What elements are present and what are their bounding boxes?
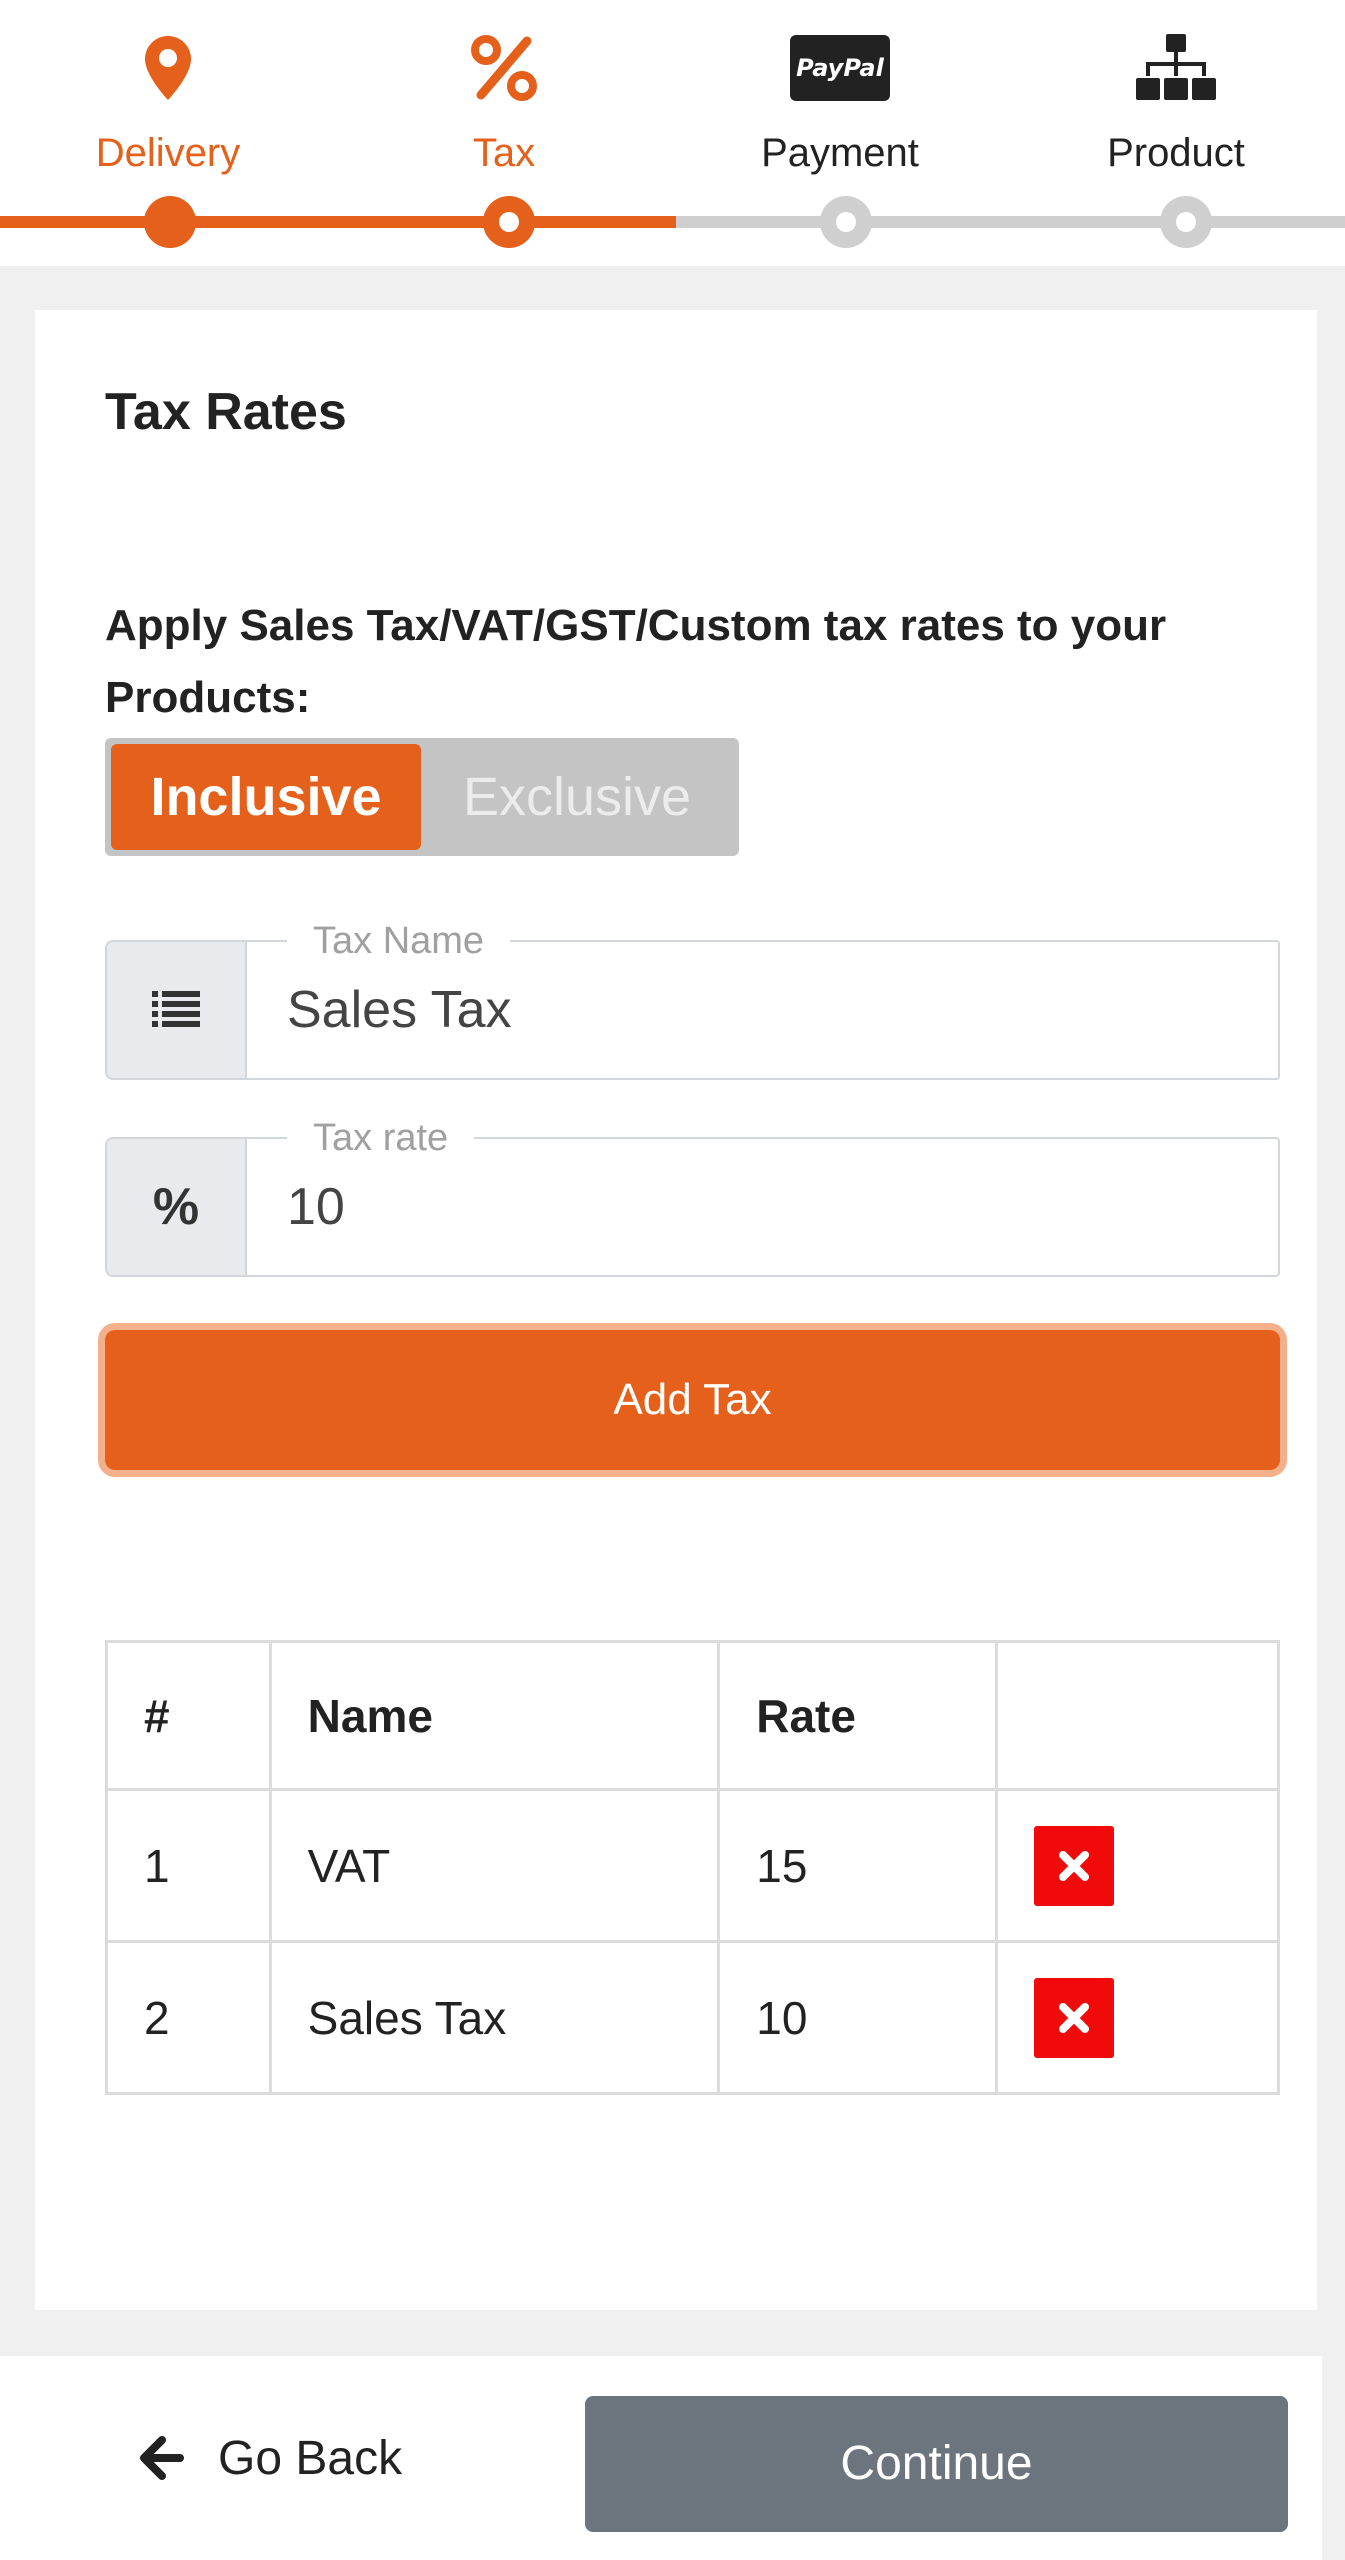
tax-name-value: Sales Tax <box>287 981 512 1039</box>
step-dot-delivery <box>144 196 196 248</box>
footer-bar: Go Back Continue <box>0 2356 1322 2560</box>
percent-icon <box>471 28 537 108</box>
paypal-logo-text: PayPal <box>796 54 884 82</box>
go-back-button[interactable]: Go Back <box>140 2418 402 2498</box>
table-row: 1 VAT 15 <box>105 1788 1281 1943</box>
table-header-row: # Name Rate <box>105 1640 1281 1791</box>
tax-name-input[interactable]: Tax Name Sales Tax <box>245 920 1280 1080</box>
column-header-name: Name <box>268 1640 721 1791</box>
delete-tax-button[interactable] <box>1033 1825 1114 1906</box>
column-header-number: # <box>105 1640 272 1791</box>
row-number: 2 <box>105 1940 272 2095</box>
row-rate: 15 <box>717 1788 998 1943</box>
step-label: Delivery <box>95 131 241 175</box>
row-name: VAT <box>268 1788 721 1943</box>
arrow-left-icon <box>140 2436 184 2480</box>
step-label: Payment <box>761 131 919 175</box>
tax-rate-input[interactable]: Tax rate 10 <box>245 1117 1280 1277</box>
progress-stepper: Delivery Tax PayPal Payment Product <box>0 0 1345 266</box>
row-rate: 10 <box>717 1940 998 2095</box>
table-row: 2 Sales Tax 10 <box>105 1940 1281 2095</box>
step-dot-product <box>1160 196 1212 248</box>
step-dot-tax <box>483 196 535 248</box>
row-actions <box>994 1940 1281 2095</box>
add-tax-button[interactable]: Add Tax <box>105 1330 1280 1470</box>
column-header-rate: Rate <box>717 1640 998 1791</box>
list-icon <box>105 940 245 1080</box>
tax-name-field: Tax Name Sales Tax <box>105 920 1280 1080</box>
delete-tax-button[interactable] <box>1033 1977 1114 2058</box>
step-dot-payment <box>820 196 872 248</box>
toggle-inclusive[interactable]: Inclusive <box>111 744 421 850</box>
tax-rates-table: # Name Rate 1 VAT 15 2 Sales Tax 10 <box>105 1640 1281 2095</box>
percent-addon: % <box>105 1137 245 1277</box>
inclusive-exclusive-toggle[interactable]: Inclusive Exclusive <box>105 738 739 856</box>
row-number: 1 <box>105 1788 272 1943</box>
row-name: Sales Tax <box>268 1940 721 2095</box>
go-back-label: Go Back <box>218 2431 403 2485</box>
toggle-exclusive[interactable]: Exclusive <box>421 744 733 850</box>
map-pin-icon <box>145 28 191 108</box>
tax-rates-card: Tax Rates Apply Sales Tax/VAT/GST/Custom… <box>35 310 1317 2310</box>
close-icon <box>1058 2002 1089 2033</box>
sitemap-icon <box>1136 28 1216 108</box>
paypal-icon: PayPal <box>790 28 890 108</box>
column-header-actions <box>994 1640 1281 1791</box>
page-title: Tax Rates <box>105 383 347 441</box>
step-label: Product <box>1107 131 1245 175</box>
step-label: Tax <box>472 131 536 175</box>
tax-rate-value: 10 <box>287 1178 345 1236</box>
close-icon <box>1058 1850 1089 1881</box>
continue-button[interactable]: Continue <box>585 2396 1288 2532</box>
tax-rate-field: % Tax rate 10 <box>105 1117 1280 1277</box>
tax-instructions: Apply Sales Tax/VAT/GST/Custom tax rates… <box>105 601 1167 722</box>
row-actions <box>994 1788 1281 1943</box>
